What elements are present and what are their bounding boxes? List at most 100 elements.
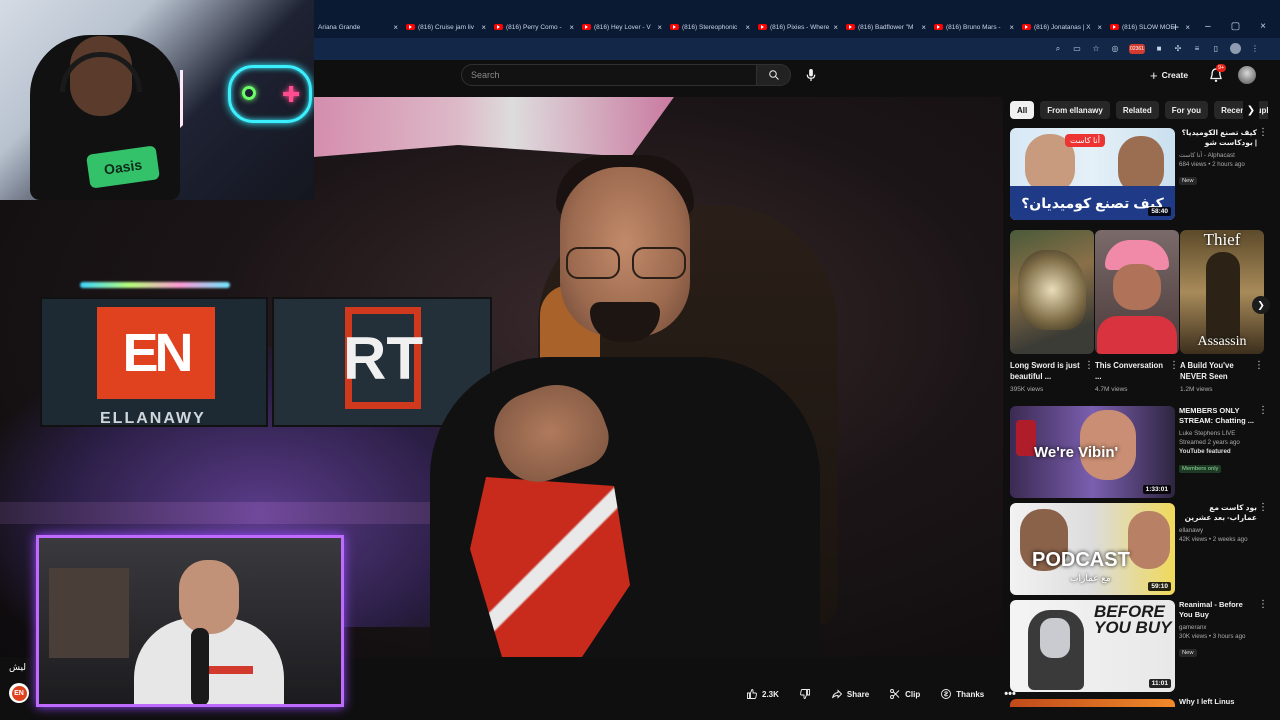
recommendation-item[interactable]: We're Vibin' 1:33:01 MEMBERS ONLY STREAM… [1010, 406, 1268, 498]
short-item[interactable]: Thief Assassin A Build You've NEVER Seen… [1180, 230, 1264, 400]
screen-share-icon[interactable]: ◎ [1110, 44, 1120, 54]
recommendation-item[interactable]: أنا كاست كيف تصنع كوميديان؟ 58:40 كيف تص… [1010, 128, 1268, 220]
tab-close-icon[interactable]: × [1097, 23, 1102, 32]
neon-plus: ✚ [282, 82, 301, 107]
short-thumbnail[interactable] [1095, 230, 1179, 354]
share-button[interactable]: Share [821, 683, 879, 705]
maximize-icon[interactable]: ▢ [1231, 18, 1240, 36]
browser-tab[interactable]: (816) Stereophonic × [666, 18, 754, 36]
new-tab-button[interactable]: + [1172, 18, 1179, 36]
channel-name[interactable]: ellanawy [1179, 526, 1257, 535]
short-thumbnail[interactable]: Thief Assassin [1180, 230, 1264, 354]
recording-badge[interactable]: 02361 [1129, 43, 1145, 54]
chip-recently-uploaded[interactable]: Recently uploaded [1214, 101, 1268, 119]
more-options-icon[interactable]: ⋮ [1084, 360, 1094, 371]
more-options-icon[interactable]: ⋮ [1258, 503, 1268, 517]
sidebar-icon[interactable]: ▯ [1211, 44, 1221, 54]
more-options-icon[interactable]: ⋮ [1258, 600, 1268, 614]
tab-close-icon[interactable]: × [657, 23, 662, 32]
more-options-icon[interactable]: ⋮ [1258, 128, 1268, 142]
cast-icon[interactable]: ▭ [1072, 44, 1082, 54]
short-title[interactable]: This Conversation ... [1095, 360, 1165, 382]
tab-close-icon[interactable]: × [1185, 23, 1190, 32]
tab-close-icon[interactable]: × [921, 23, 926, 32]
short-title[interactable]: Long Sword is just beautiful ... [1010, 360, 1080, 382]
video-title[interactable]: كيف تصنع الكوميديا؟ | بودكاست شو الكوميد… [1179, 128, 1257, 148]
search-box[interactable] [461, 64, 757, 86]
neon-circle [242, 86, 256, 100]
browser-tab[interactable]: (816) Cruise jam liv × [402, 18, 490, 36]
browser-tab[interactable]: (816) Perry Como - × [490, 18, 578, 36]
account-avatar[interactable] [1238, 66, 1256, 84]
video-title[interactable]: بود كاست مع عماراب- بعد عشرين سنه في مجا… [1179, 503, 1257, 523]
video-title[interactable]: Reanimal - Before You Buy [1179, 600, 1257, 620]
chips-next-button[interactable]: ❯ [1243, 101, 1259, 119]
tab-close-icon[interactable]: × [833, 23, 838, 32]
voice-search-button[interactable] [800, 65, 822, 85]
bookmark-star-icon[interactable]: ☆ [1091, 44, 1101, 54]
short-title[interactable]: A Build You've NEVER Seen [1180, 360, 1250, 382]
chip-from-ellanawy[interactable]: From ellanawy [1040, 101, 1110, 119]
browser-menu-icon[interactable]: ⋮ [1250, 44, 1260, 54]
extension-square-icon[interactable]: ■ [1154, 44, 1164, 54]
video-thumbnail[interactable]: We're Vibin' 1:33:01 [1010, 406, 1175, 498]
channel-name[interactable]: Luke Stephens LIVE [1179, 429, 1257, 438]
thanks-button[interactable]: Thanks [930, 683, 994, 705]
video-title[interactable]: Why I left Linus [1179, 697, 1234, 706]
channel-name[interactable]: Alphacast - أنا كاست [1179, 151, 1257, 160]
tab-close-icon[interactable]: × [481, 23, 486, 32]
short-item[interactable]: Long Sword is just beautiful ... 395K vi… [1010, 230, 1094, 400]
browser-tab[interactable]: (816) Hey Lover - V × [578, 18, 666, 36]
channel-name[interactable]: gameranx [1179, 623, 1257, 632]
tab-close-icon[interactable]: × [745, 23, 750, 32]
playlist-icon[interactable]: ≡ [1192, 44, 1202, 54]
browser-tab[interactable]: (816) Bruno Mars - × [930, 18, 1018, 36]
tab-close-icon[interactable]: × [393, 23, 398, 32]
clip-button[interactable]: Clip [879, 683, 930, 705]
minimize-icon[interactable]: – [1205, 18, 1211, 36]
browser-tab[interactable]: (816) Jonatanas | X × [1018, 18, 1106, 36]
video-stats: 42K views • 2 weeks ago [1179, 536, 1248, 543]
profile-avatar-icon[interactable] [1230, 43, 1241, 54]
recommendation-item[interactable]: BEFORE YOU BUY 11:01 Reanimal - Before Y… [1010, 600, 1268, 692]
short-views: 395K views [1010, 386, 1044, 393]
search-button[interactable] [756, 64, 791, 86]
video-thumbnail[interactable]: BEFORE YOU BUY 11:01 [1010, 600, 1175, 692]
browser-tab[interactable]: (816) Badflower "M × [842, 18, 930, 36]
video-thumbnail[interactable] [1010, 699, 1175, 707]
tab-close-icon[interactable]: × [1009, 23, 1014, 32]
chip-all[interactable]: All [1010, 101, 1035, 119]
chevron-right-icon: ❯ [1257, 299, 1265, 310]
video-thumbnail[interactable]: PODCAST مع عماراب 59:10 [1010, 503, 1175, 595]
notifications-button[interactable]: 9+ [1207, 64, 1227, 84]
browser-tab[interactable]: Ariana Grande × [314, 18, 402, 36]
puzzle-extensions-icon[interactable]: ✣ [1173, 44, 1183, 54]
dislike-button[interactable] [789, 683, 821, 705]
short-item[interactable]: This Conversation ... 4.7M views ⋮ [1095, 230, 1179, 400]
tab-title: (816) Badflower "M [858, 23, 914, 31]
close-window-icon[interactable]: × [1260, 18, 1266, 36]
create-button[interactable]: + Create [1150, 65, 1188, 85]
search-input[interactable] [462, 65, 757, 85]
short-thumbnail[interactable] [1010, 230, 1094, 354]
chip-related[interactable]: Related [1115, 101, 1159, 119]
video-title[interactable]: MEMBERS ONLY STREAM: Chatting ... [1179, 406, 1257, 426]
browser-tab[interactable]: (816) SLOW MOE - × [1106, 18, 1194, 36]
youtube-favicon-icon [758, 24, 767, 30]
youtube-favicon-icon [1110, 24, 1119, 30]
thumbnail-can [1016, 420, 1036, 456]
shorts-next-button[interactable]: ❯ [1252, 296, 1270, 314]
more-options-icon[interactable]: ⋮ [1254, 360, 1264, 371]
youtube-favicon-icon [494, 24, 503, 30]
browser-tab[interactable]: (816) Pixies - Where × [754, 18, 842, 36]
more-options-icon[interactable]: ⋮ [1169, 360, 1179, 371]
chip-for-you[interactable]: For you [1164, 101, 1209, 119]
zoom-icon[interactable]: ⌕ [1053, 44, 1063, 54]
like-button[interactable]: 2.3K [736, 683, 789, 705]
video-thumbnail[interactable]: أنا كاست كيف تصنع كوميديان؟ 58:40 [1010, 128, 1175, 220]
super-thanks-icon [941, 689, 952, 699]
tab-close-icon[interactable]: × [569, 23, 574, 32]
recommendation-item[interactable]: PODCAST مع عماراب 59:10 بود كاست مع عمار… [1010, 503, 1268, 595]
more-options-icon[interactable]: ⋮ [1258, 406, 1268, 420]
window-controls: – ▢ × [1205, 18, 1266, 36]
